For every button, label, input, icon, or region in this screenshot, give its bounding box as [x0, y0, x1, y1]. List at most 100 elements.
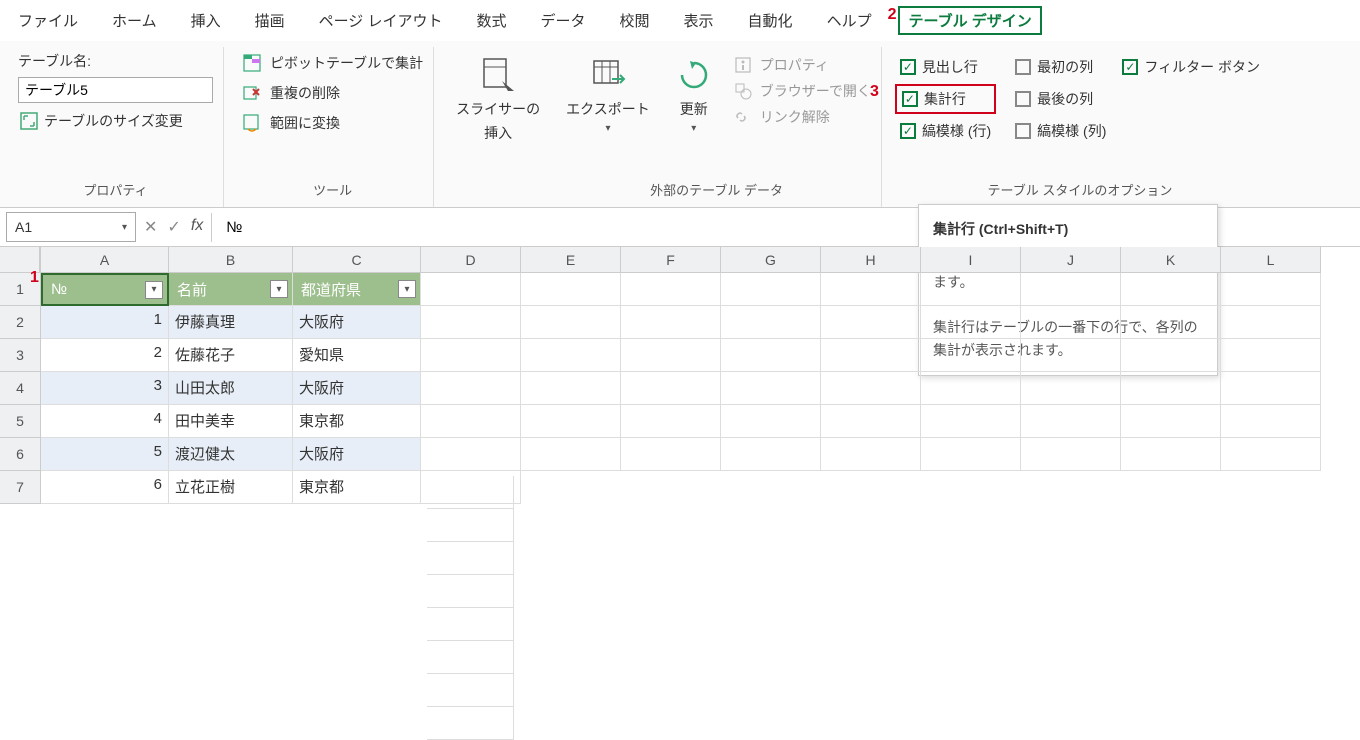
table-header-no[interactable]: №▾ — [41, 273, 169, 306]
cell[interactable]: 山田太郎 — [169, 372, 293, 405]
menu-view[interactable]: 表示 — [674, 6, 724, 35]
cell[interactable]: 大阪府 — [293, 438, 421, 471]
col-header[interactable]: C — [293, 247, 421, 273]
cell[interactable] — [621, 306, 721, 339]
col-header[interactable]: A — [41, 247, 169, 273]
row-header[interactable]: 3 — [0, 339, 40, 372]
cell[interactable] — [521, 405, 621, 438]
cell[interactable]: 田中美幸 — [169, 405, 293, 438]
checkbox-header-row[interactable]: ✓見出し行 — [900, 57, 991, 77]
sheet-grid[interactable]: A B C D E F G H I J K L №▾ 名前▾ 都道府県▾ 1 伊… — [41, 247, 1321, 504]
insert-slicer-button[interactable]: スライサーの 挿入 — [452, 51, 544, 147]
cell[interactable] — [921, 438, 1021, 471]
cell[interactable]: 伊藤真理 — [169, 306, 293, 339]
cell[interactable] — [427, 707, 514, 740]
row-header[interactable]: 7 — [0, 471, 40, 504]
cell[interactable] — [421, 306, 521, 339]
row-header[interactable]: 4 — [0, 372, 40, 405]
row-header[interactable]: 6 — [0, 438, 40, 471]
cell[interactable] — [1021, 339, 1121, 372]
col-header[interactable]: G — [721, 247, 821, 273]
checkbox-last-col[interactable]: 最後の列 — [1015, 89, 1106, 109]
cell[interactable] — [721, 438, 821, 471]
convert-range-button[interactable]: 範囲に変換 — [242, 111, 423, 135]
menu-data[interactable]: データ — [531, 6, 596, 35]
cell[interactable] — [621, 438, 721, 471]
pivot-summary-button[interactable]: ピボットテーブルで集計 — [242, 51, 423, 75]
cell[interactable] — [1121, 339, 1221, 372]
cell[interactable] — [1021, 405, 1121, 438]
cell[interactable] — [427, 476, 514, 509]
menu-page-layout[interactable]: ページ レイアウト — [309, 6, 453, 35]
col-header[interactable]: B — [169, 247, 293, 273]
cell[interactable] — [521, 273, 621, 306]
checkbox-first-col[interactable]: 最初の列 — [1015, 57, 1106, 77]
checkbox-banded-rows[interactable]: ✓縞模様 (行) — [900, 121, 991, 141]
cell[interactable] — [621, 273, 721, 306]
cell[interactable]: 東京都 — [293, 471, 421, 504]
export-button[interactable]: エクスポート ▾ — [562, 51, 654, 138]
cell[interactable]: 2 — [41, 339, 169, 372]
cell[interactable] — [1021, 273, 1121, 306]
remove-duplicates-button[interactable]: 重複の削除 — [242, 81, 423, 105]
menu-draw[interactable]: 描画 — [245, 6, 295, 35]
cell[interactable]: 大阪府 — [293, 372, 421, 405]
col-header[interactable]: I — [921, 247, 1021, 273]
cell[interactable] — [1221, 306, 1321, 339]
cell[interactable]: 5 — [41, 438, 169, 471]
cell[interactable] — [521, 372, 621, 405]
confirm-formula-icon[interactable]: ✓ — [167, 217, 180, 237]
cell[interactable] — [421, 273, 521, 306]
cell[interactable]: 大阪府 — [293, 306, 421, 339]
col-header[interactable]: H — [821, 247, 921, 273]
menu-home[interactable]: ホーム — [102, 6, 167, 35]
cell[interactable] — [921, 306, 1021, 339]
cell[interactable] — [427, 674, 514, 707]
cell[interactable] — [921, 372, 1021, 405]
col-header[interactable]: J — [1021, 247, 1121, 273]
checkbox-banded-cols[interactable]: 縞模様 (列) — [1015, 121, 1106, 141]
menu-table-design[interactable]: テーブル デザイン — [898, 6, 1041, 35]
table-name-input[interactable] — [18, 77, 213, 103]
cell[interactable]: 佐藤花子 — [169, 339, 293, 372]
cell[interactable] — [621, 372, 721, 405]
cell[interactable] — [921, 273, 1021, 306]
cell[interactable]: 4 — [41, 405, 169, 438]
cell[interactable] — [1221, 438, 1321, 471]
cell[interactable]: 1 — [41, 306, 169, 339]
cell[interactable] — [721, 273, 821, 306]
cell[interactable] — [427, 608, 514, 641]
cell[interactable] — [721, 405, 821, 438]
col-header[interactable]: K — [1121, 247, 1221, 273]
cell[interactable] — [521, 438, 621, 471]
cell[interactable] — [421, 339, 521, 372]
cell[interactable] — [421, 405, 521, 438]
menu-file[interactable]: ファイル — [8, 6, 88, 35]
cell[interactable] — [521, 306, 621, 339]
row-header[interactable]: 2 — [0, 306, 40, 339]
cell[interactable]: 6 — [41, 471, 169, 504]
fx-icon[interactable]: fx — [191, 217, 203, 237]
menu-review[interactable]: 校閲 — [610, 6, 660, 35]
col-header[interactable]: E — [521, 247, 621, 273]
cell[interactable] — [921, 339, 1021, 372]
cell[interactable] — [621, 339, 721, 372]
filter-dropdown-icon[interactable]: ▾ — [398, 280, 416, 298]
cell[interactable]: 立花正樹 — [169, 471, 293, 504]
cell[interactable] — [427, 509, 514, 542]
col-header[interactable]: F — [621, 247, 721, 273]
cell[interactable] — [427, 641, 514, 674]
cell[interactable] — [427, 575, 514, 608]
cell[interactable]: 3 — [41, 372, 169, 405]
cell[interactable] — [1121, 372, 1221, 405]
refresh-button[interactable]: 更新 ▾ — [670, 51, 718, 138]
cell[interactable] — [821, 339, 921, 372]
cell[interactable] — [821, 273, 921, 306]
cell[interactable] — [721, 339, 821, 372]
menu-insert[interactable]: 挿入 — [181, 6, 231, 35]
cell[interactable] — [1021, 372, 1121, 405]
cell[interactable] — [1221, 273, 1321, 306]
table-header-pref[interactable]: 都道府県▾ — [293, 273, 421, 306]
menu-formulas[interactable]: 数式 — [466, 6, 516, 35]
checkbox-total-row[interactable]: ✓集計行 — [895, 84, 996, 114]
